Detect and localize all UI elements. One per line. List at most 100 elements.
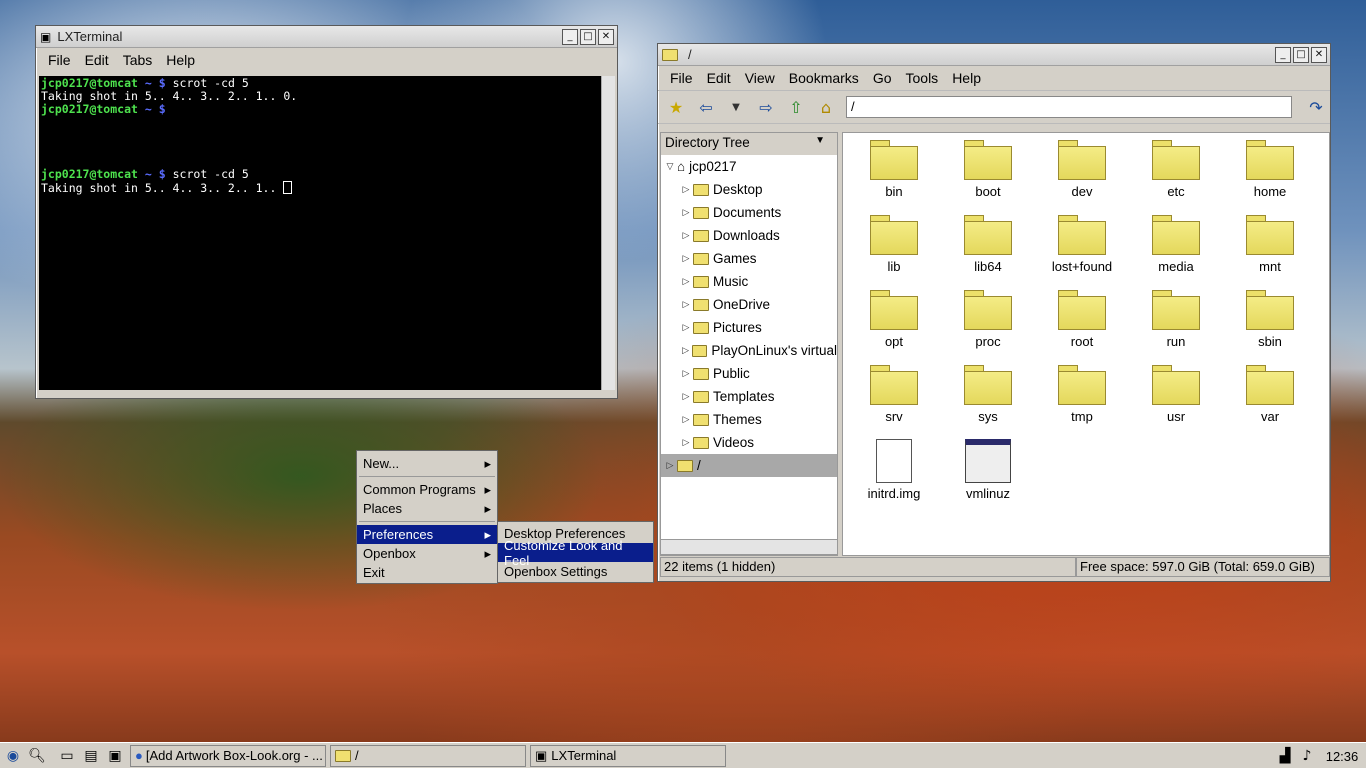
menu-item-exit[interactable]: Exit (357, 563, 497, 582)
expander-icon[interactable]: ▷ (679, 391, 693, 402)
maximize-button[interactable]: □ (1293, 46, 1309, 63)
menu-help[interactable]: Help (160, 52, 203, 68)
folder-item[interactable]: usr (1129, 363, 1223, 438)
terminal-launcher-icon[interactable]: ▣ (104, 745, 126, 767)
expander-icon[interactable]: ▷ (679, 230, 693, 241)
menu-view[interactable]: View (739, 70, 783, 86)
tree-item[interactable]: ▷ Downloads (661, 224, 837, 247)
folder-item[interactable]: home (1223, 138, 1317, 213)
folder-item[interactable]: run (1129, 288, 1223, 363)
folder-item[interactable]: var (1223, 363, 1317, 438)
expander-icon[interactable]: ▷ (679, 414, 693, 425)
menu-file[interactable]: File (664, 70, 701, 86)
terminal-scrollbar[interactable] (601, 76, 615, 390)
desktop-icon[interactable]: ▭ (56, 745, 78, 767)
search-icon[interactable]: 🔍︎ (26, 745, 48, 767)
path-input[interactable]: / (846, 96, 1292, 118)
tree-root[interactable]: ▽ ⌂ jcp0217 (661, 155, 837, 178)
tree-item[interactable]: ▷ Music (661, 270, 837, 293)
folder-item[interactable]: opt (847, 288, 941, 363)
filemanager-window[interactable]: / _ □ ✕ File Edit View Bookmarks Go Tool… (657, 43, 1331, 582)
tree-item[interactable]: ▷ Documents (661, 201, 837, 224)
terminal-window[interactable]: ▣ LXTerminal _ □ ✕ File Edit Tabs Help j… (35, 25, 618, 399)
tree-item[interactable]: ▷ Games (661, 247, 837, 270)
home-icon[interactable]: ⌂ (814, 95, 838, 119)
new-tab-icon[interactable]: ★ (664, 95, 688, 119)
file-item[interactable]: initrd.img (847, 438, 941, 513)
menu-help[interactable]: Help (946, 70, 989, 86)
task-filemanager[interactable]: / (330, 744, 526, 767)
start-menu-icon[interactable]: ◉ (2, 745, 24, 767)
expander-icon[interactable]: ▷ (679, 299, 693, 310)
expander-icon[interactable]: ▽ (663, 161, 677, 172)
tree-item[interactable]: ▷ PlayOnLinux's virtual (661, 339, 837, 362)
tree-item[interactable]: ▷ Themes (661, 408, 837, 431)
menu-go[interactable]: Go (867, 70, 900, 86)
close-button[interactable]: ✕ (1311, 46, 1327, 63)
menu-item-common-programs[interactable]: Common Programs ▸ (357, 480, 497, 499)
folder-item[interactable]: lost+found (1035, 213, 1129, 288)
tree-item[interactable]: ▷ OneDrive (661, 293, 837, 316)
tree-horizontal-scrollbar[interactable] (660, 539, 838, 555)
task-terminal[interactable]: ▣ LXTerminal (530, 744, 726, 767)
expander-icon[interactable]: ▷ (679, 368, 693, 379)
up-arrow-icon[interactable]: ⇧ (784, 95, 808, 119)
minimize-button[interactable]: _ (562, 28, 578, 45)
menu-tools[interactable]: Tools (900, 70, 947, 86)
expander-icon[interactable]: ▷ (679, 276, 693, 287)
file-view[interactable]: bin boot dev etc home lib lib64 lost+found media… (842, 132, 1330, 556)
expander-icon[interactable]: ▷ (679, 253, 693, 264)
folder-item[interactable]: srv (847, 363, 941, 438)
folder-item[interactable]: lib64 (941, 213, 1035, 288)
expander-icon[interactable]: ▷ (679, 437, 693, 448)
network-icon[interactable]: ▟ (1274, 745, 1296, 767)
volume-icon[interactable]: ♪ (1296, 745, 1318, 767)
go-icon[interactable]: ↷ (1304, 95, 1328, 119)
task-browser[interactable]: ● [Add Artwork Box-Look.org - ... (130, 744, 326, 767)
file-manager-launcher-icon[interactable]: ▤ (80, 745, 102, 767)
menu-file[interactable]: File (42, 52, 79, 68)
expander-icon[interactable]: ▷ (679, 207, 693, 218)
expander-icon[interactable]: ▷ (679, 322, 693, 333)
menu-tabs[interactable]: Tabs (117, 52, 161, 68)
expander-icon[interactable]: ▷ (679, 345, 692, 356)
menu-item-preferences[interactable]: Preferences ▸ (357, 525, 497, 544)
folder-item[interactable]: media (1129, 213, 1223, 288)
filemanager-titlebar[interactable]: / _ □ ✕ (658, 44, 1330, 66)
folder-item[interactable]: sys (941, 363, 1035, 438)
close-button[interactable]: ✕ (598, 28, 614, 45)
expander-icon[interactable]: ▷ (663, 460, 677, 471)
folder-item[interactable]: lib (847, 213, 941, 288)
menu-edit[interactable]: Edit (79, 52, 117, 68)
expander-icon[interactable]: ▷ (679, 184, 693, 195)
tree-item[interactable]: ▷ Videos (661, 431, 837, 454)
menu-item-customize-look[interactable]: Customize Look and Feel (498, 538, 653, 568)
menu-item-new[interactable]: New... ▸ (357, 454, 497, 473)
menu-item-openbox[interactable]: Openbox ▸ (357, 544, 497, 563)
folder-item[interactable]: dev (1035, 138, 1129, 213)
minimize-button[interactable]: _ (1275, 46, 1291, 63)
file-item[interactable]: vmlinuz (941, 438, 1035, 513)
tree-item[interactable]: ▷ Templates (661, 385, 837, 408)
clock[interactable]: 12:36 (1322, 745, 1362, 767)
maximize-button[interactable]: □ (580, 28, 596, 45)
tree-item-root[interactable]: ▷ / (661, 454, 837, 477)
side-pane-header[interactable]: Directory Tree ▼ (661, 133, 837, 155)
folder-item[interactable]: bin (847, 138, 941, 213)
directory-tree[interactable]: Directory Tree ▼ ▽ ⌂ jcp0217 ▷ Desktop ▷ Do… (660, 132, 838, 556)
folder-item[interactable]: mnt (1223, 213, 1317, 288)
chevron-down-icon[interactable]: ▼ (815, 135, 825, 153)
folder-item[interactable]: proc (941, 288, 1035, 363)
tree-item[interactable]: ▷ Pictures (661, 316, 837, 339)
menu-item-places[interactable]: Places ▸ (357, 499, 497, 518)
tree-item[interactable]: ▷ Desktop (661, 178, 837, 201)
folder-item[interactable]: etc (1129, 138, 1223, 213)
tree-item[interactable]: ▷ Public (661, 362, 837, 385)
folder-item[interactable]: root (1035, 288, 1129, 363)
menu-edit[interactable]: Edit (701, 70, 739, 86)
back-arrow-icon[interactable]: ⇦ (694, 95, 718, 119)
forward-arrow-icon[interactable]: ⇨ (754, 95, 778, 119)
terminal-titlebar[interactable]: ▣ LXTerminal _ □ ✕ (36, 26, 617, 48)
folder-item[interactable]: tmp (1035, 363, 1129, 438)
terminal-screen[interactable]: jcp0217@tomcat ~ $ scrot -cd 5 Taking sho… (39, 76, 601, 390)
